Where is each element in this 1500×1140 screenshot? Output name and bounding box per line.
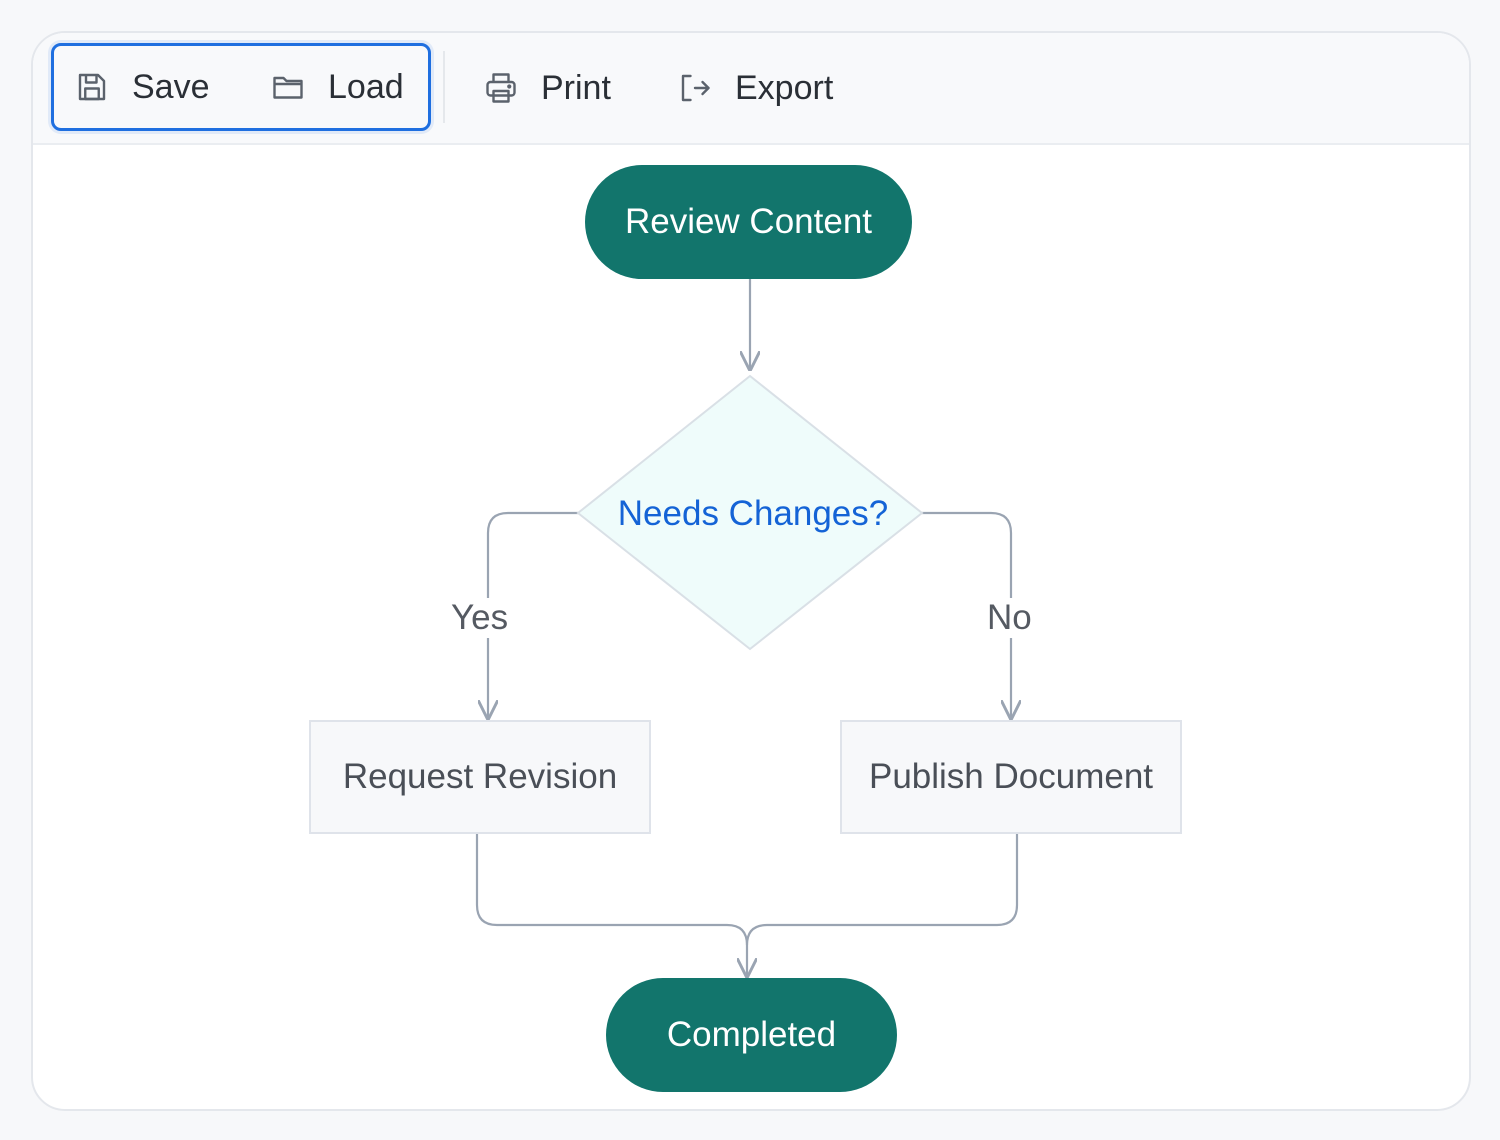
process-node-label: Request Revision — [342, 757, 618, 796]
end-node-label: Completed — [666, 1015, 837, 1054]
process-node-label: Publish Document — [868, 757, 1154, 796]
flowchart-canvas: Review Content Needs Changes? Yes No Req… — [0, 0, 1500, 1140]
start-node-review-content[interactable]: Review Content — [585, 165, 912, 279]
process-node-publish-document[interactable]: Publish Document — [840, 720, 1182, 834]
decision-node-label: Needs Changes? — [617, 494, 889, 533]
edge-label-yes: Yes — [445, 598, 515, 638]
end-node-completed[interactable]: Completed — [606, 978, 897, 1092]
edge-publish-to-completed — [745, 833, 1019, 946]
process-node-request-revision[interactable]: Request Revision — [309, 720, 651, 834]
edge-label-no: No — [981, 598, 1038, 638]
edge-revision-to-completed — [475, 833, 747, 976]
start-node-label: Review Content — [624, 202, 873, 241]
